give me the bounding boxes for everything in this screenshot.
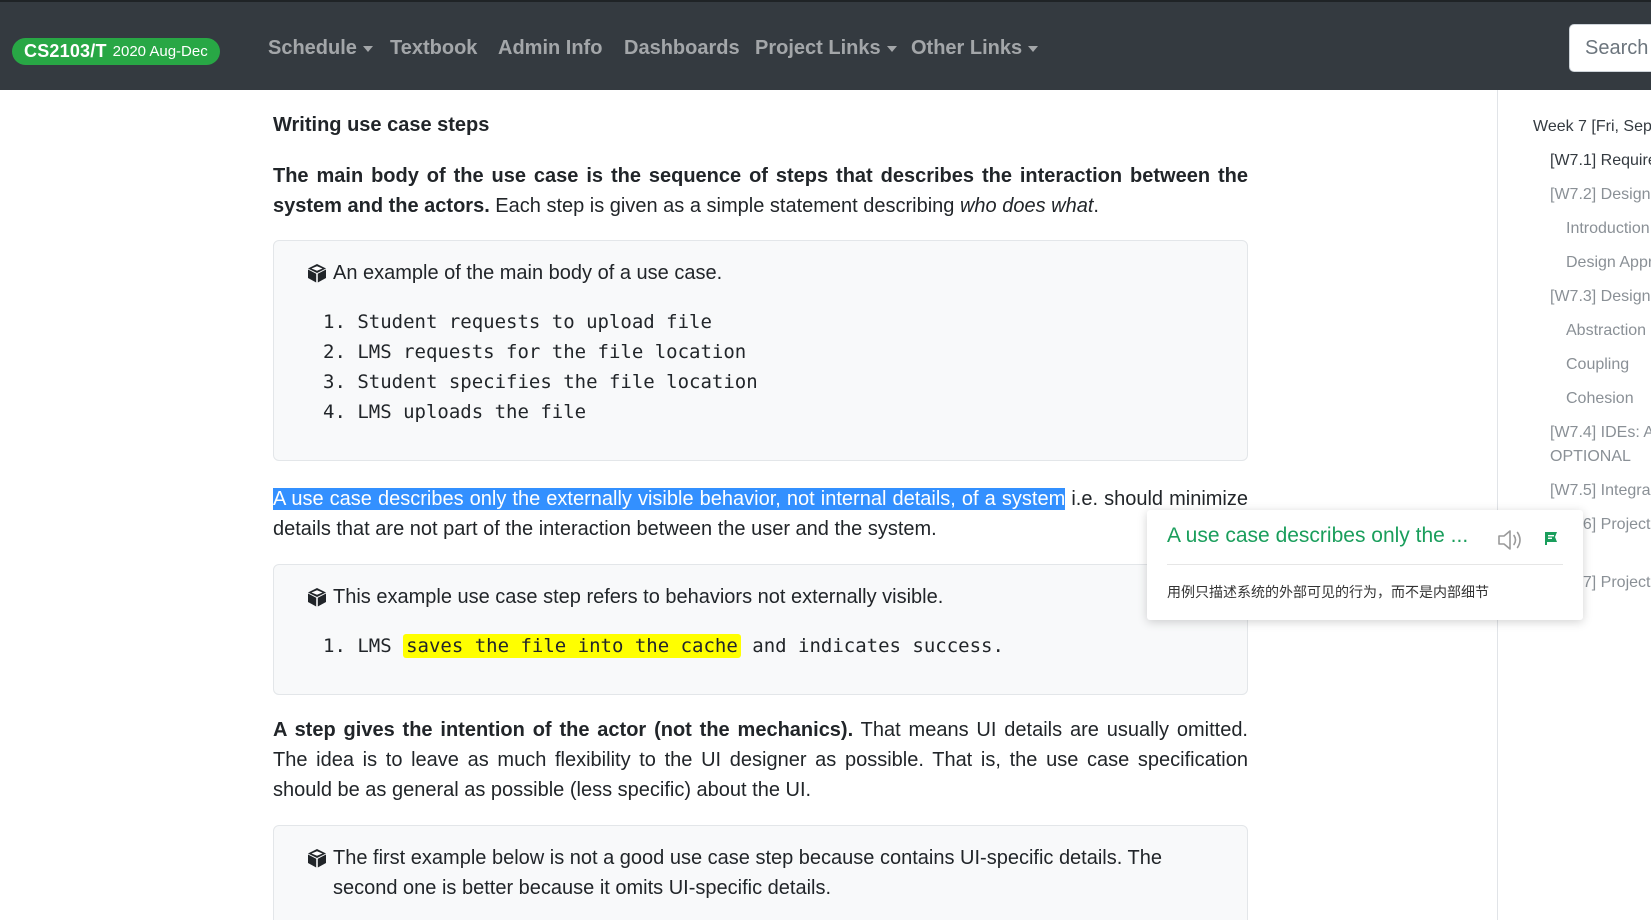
example-box-2: This example use case step refers to beh… [273,564,1248,695]
intention-paragraph: A step gives the intention of the actor … [273,715,1248,805]
toc-item-introduction[interactable]: Introduction [1566,220,1650,238]
nav-schedule-label: Schedule [268,37,357,59]
visible-behavior-paragraph: A use case describes only the externally… [273,484,1248,544]
toc-item-optional-label: OPTIONAL [1550,448,1631,465]
nav-admin-info-label: Admin Info [498,37,603,59]
search-placeholder: Search [1585,36,1649,59]
example-box-1: An example of the main body of a use cas… [273,240,1248,461]
selected-text[interactable]: A use case describes only the externally… [273,488,1066,510]
toc-item-w7-4[interactable]: [W7.4] IDEs: A [1550,424,1651,442]
toc-item-coupling[interactable]: Coupling [1566,356,1629,374]
popup-divider [1167,564,1563,565]
code-prefix: 1. LMS [323,635,404,657]
brand-course-code: CS2103/T [24,41,107,61]
cube-icon [308,588,326,607]
code-line: 2. LMS requests for the file location [323,341,747,363]
paragraph-bold-text: A step gives the intention of the actor … [273,719,854,741]
nav-project-links[interactable]: Project Links [755,37,897,60]
nav-other-links-label: Other Links [911,37,1023,59]
example-box-3-caption: The first example below is not a good us… [307,843,1217,903]
translation-popup: A use case describes only the ... 用例只描述系… [1147,510,1583,620]
brand-badge[interactable]: CS2103/T 2020 Aug-Dec [12,38,220,65]
nav-other-links[interactable]: Other Links [911,37,1039,60]
nav-textbook[interactable]: Textbook [390,37,477,60]
toc-item-w7-2[interactable]: [W7.2] Design: [1550,186,1651,204]
code-line: 3. Student specifies the file location [323,371,758,393]
toc-item-w7-1[interactable]: [W7.1] Require [1550,152,1651,170]
flag-icon[interactable] [1543,530,1559,546]
nav-dashboards-label: Dashboards [624,37,740,59]
caption-text: An example of the main body of a use cas… [333,262,723,284]
intro-italic-text: who does what [959,195,1094,217]
caption-text: The first example below is not a good us… [333,847,1162,899]
brand-term: 2020 Aug-Dec [112,43,208,60]
code-line: 1. Student requests to upload file [323,311,712,333]
code-suffix: and indicates success. [740,635,1004,657]
example-box-2-caption: This example use case step refers to beh… [307,582,943,612]
popup-translation: 用例只描述系统的外部可见的行为，而不是内部细节 [1167,584,1489,600]
example-box-1-caption: An example of the main body of a use cas… [307,258,722,288]
chevron-down-icon [362,45,373,52]
code-line: 1. LMS saves the file into the cache and… [323,634,1004,658]
top-navbar: CS2103/T 2020 Aug-Dec Schedule Textbook … [0,0,1651,90]
toc-item-w7-5[interactable]: [W7.5] Integra [1550,482,1651,500]
cube-icon [308,264,326,283]
nav-textbook-label: Textbook [390,37,478,59]
example-box-3: The first example below is not a good us… [273,825,1248,920]
chevron-down-icon [1028,45,1039,52]
nav-project-links-label: Project Links [755,37,881,59]
toc-divider [1497,90,1498,920]
toc-item-design-approaches[interactable]: Design Appr [1566,254,1651,272]
search-input[interactable]: Search [1569,24,1651,72]
chevron-down-icon [886,45,897,52]
intro-text: Each step is given as a simple statement… [489,195,960,217]
toc-item-w7-3[interactable]: [W7.3] Design: [1550,288,1651,306]
toc-item-cohesion[interactable]: Cohesion [1566,390,1634,408]
toc-item-week7[interactable]: Week 7 [Fri, Sep [1533,118,1651,136]
popup-title[interactable]: A use case describes only the ... [1167,524,1468,548]
section-title: Writing use case steps [273,114,490,136]
intro-paragraph: The main body of the use case is the seq… [273,161,1248,221]
intro-end: . [1093,195,1099,217]
caption-text: This example use case step refers to beh… [333,586,944,608]
code-line: 4. LMS uploads the file [323,401,587,423]
highlighted-code: saves the file into the cache [403,634,741,658]
cube-icon [308,849,326,868]
nav-schedule[interactable]: Schedule [268,37,373,60]
nav-admin-info[interactable]: Admin Info [498,37,602,60]
speaker-icon[interactable] [1495,526,1525,554]
nav-dashboards[interactable]: Dashboards [624,37,740,60]
toc-item-abstraction[interactable]: Abstraction [1566,322,1646,340]
